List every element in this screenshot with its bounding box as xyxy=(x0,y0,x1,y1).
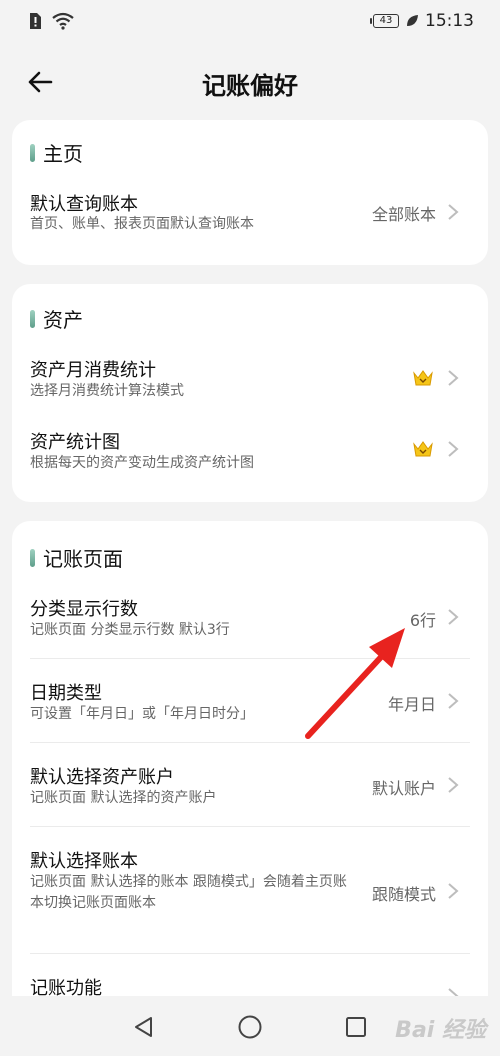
divider xyxy=(30,953,470,954)
card-record: 记账页面 分类显示行数 记账页面 分类显示行数 默认3行 6行 日期类型 可设置… xyxy=(12,521,488,1021)
chevron-right-icon xyxy=(448,441,459,457)
row-title: 分类显示行数 xyxy=(30,599,138,620)
divider xyxy=(30,826,470,827)
section-accent-bar xyxy=(30,548,35,567)
row-value: 年月日 xyxy=(387,695,436,714)
setting-row-asset-monthly[interactable]: 资产月消费统计 选择月消费统计算法模式 xyxy=(12,346,488,418)
row-value: 跟随模式 xyxy=(371,885,436,904)
crown-icon xyxy=(413,370,433,386)
setting-row-date-type[interactable]: 日期类型 可设置「年月日」或「年月日时分」 年月日 xyxy=(12,669,488,741)
nav-home-button[interactable] xyxy=(235,1012,265,1042)
setting-row-default-account[interactable]: 默认选择资产账户 记账页面 默认选择的资产账户 默认账户 xyxy=(12,753,488,825)
card-assets: 资产 资产月消费统计 选择月消费统计算法模式 资产统计图 根据每天的资产变动生成… xyxy=(12,284,488,502)
section-header-assets: 资产 xyxy=(30,304,83,333)
chevron-right-icon xyxy=(448,693,459,709)
nav-recents-button[interactable] xyxy=(341,1012,371,1042)
row-value: 全部账本 xyxy=(371,205,436,224)
row-subtitle: 根据每天的资产变动生成资产统计图 xyxy=(30,455,254,471)
section-title: 记账页面 xyxy=(43,547,123,571)
circle-home-icon xyxy=(238,1015,262,1039)
row-title: 默认查询账本 xyxy=(30,194,138,215)
row-value: 默认账户 xyxy=(371,779,436,798)
section-accent-bar xyxy=(30,309,35,328)
chevron-right-icon xyxy=(448,883,459,899)
setting-row-asset-chart[interactable]: 资产统计图 根据每天的资产变动生成资产统计图 xyxy=(12,418,488,490)
setting-row-default-book[interactable]: 默认查询账本 首页、账单、报表页面默认查询账本 全部账本 xyxy=(12,180,488,250)
status-time: 15:13 xyxy=(425,11,474,31)
watermark: Bai 经验 xyxy=(395,1018,486,1043)
row-title: 资产统计图 xyxy=(30,432,120,453)
chevron-right-icon xyxy=(448,609,459,625)
square-recents-icon xyxy=(346,1017,366,1037)
row-subtitle: 可设置「年月日」或「年月日时分」 xyxy=(30,706,254,722)
row-title: 资产月消费统计 xyxy=(30,360,156,381)
row-subtitle: 首页、账单、报表页面默认查询账本 xyxy=(30,216,254,232)
chevron-right-icon xyxy=(448,370,459,386)
triangle-back-icon xyxy=(135,1017,152,1037)
nav-back-button[interactable] xyxy=(128,1012,158,1042)
card-home: 主页 默认查询账本 首页、账单、报表页面默认查询账本 全部账本 xyxy=(12,120,488,265)
row-subtitle: 记账页面 分类显示行数 默认3行 xyxy=(30,622,230,638)
battery-icon: 43 xyxy=(370,14,399,28)
divider xyxy=(30,658,470,659)
setting-row-category-rows[interactable]: 分类显示行数 记账页面 分类显示行数 默认3行 6行 xyxy=(12,585,488,657)
page-header: 记账偏好 xyxy=(0,52,500,110)
section-header-record: 记账页面 xyxy=(30,543,123,572)
row-subtitle: 记账页面 默认选择的资产账户 xyxy=(30,790,217,806)
chevron-right-icon xyxy=(448,777,459,793)
wifi-icon xyxy=(52,12,74,30)
divider xyxy=(30,742,470,743)
row-subtitle: 选择月消费统计算法模式 xyxy=(30,383,184,399)
row-value: 6行 xyxy=(409,611,436,630)
battery-level: 43 xyxy=(379,15,393,26)
section-title: 资产 xyxy=(43,308,83,332)
section-accent-bar xyxy=(30,143,35,162)
section-header-home: 主页 xyxy=(30,138,83,167)
row-title: 日期类型 xyxy=(30,683,102,704)
leaf-icon xyxy=(407,15,418,26)
sim-alert-icon xyxy=(30,13,41,29)
status-bar: 43 15:13 xyxy=(0,0,500,42)
setting-row-default-book-select[interactable]: 默认选择账本 记账页面 默认选择的账本 跟随模式」会随着主页账本切换记账页面账本… xyxy=(12,837,488,953)
row-subtitle: 记账页面 默认选择的账本 跟随模式」会随着主页账本切换记账页面账本 xyxy=(30,874,347,911)
chevron-right-icon xyxy=(448,204,459,220)
section-title: 主页 xyxy=(43,142,83,166)
crown-icon xyxy=(413,441,433,457)
page-title: 记账偏好 xyxy=(202,72,298,100)
row-title: 默认选择账本 xyxy=(30,851,138,872)
row-title: 默认选择资产账户 xyxy=(30,767,174,788)
